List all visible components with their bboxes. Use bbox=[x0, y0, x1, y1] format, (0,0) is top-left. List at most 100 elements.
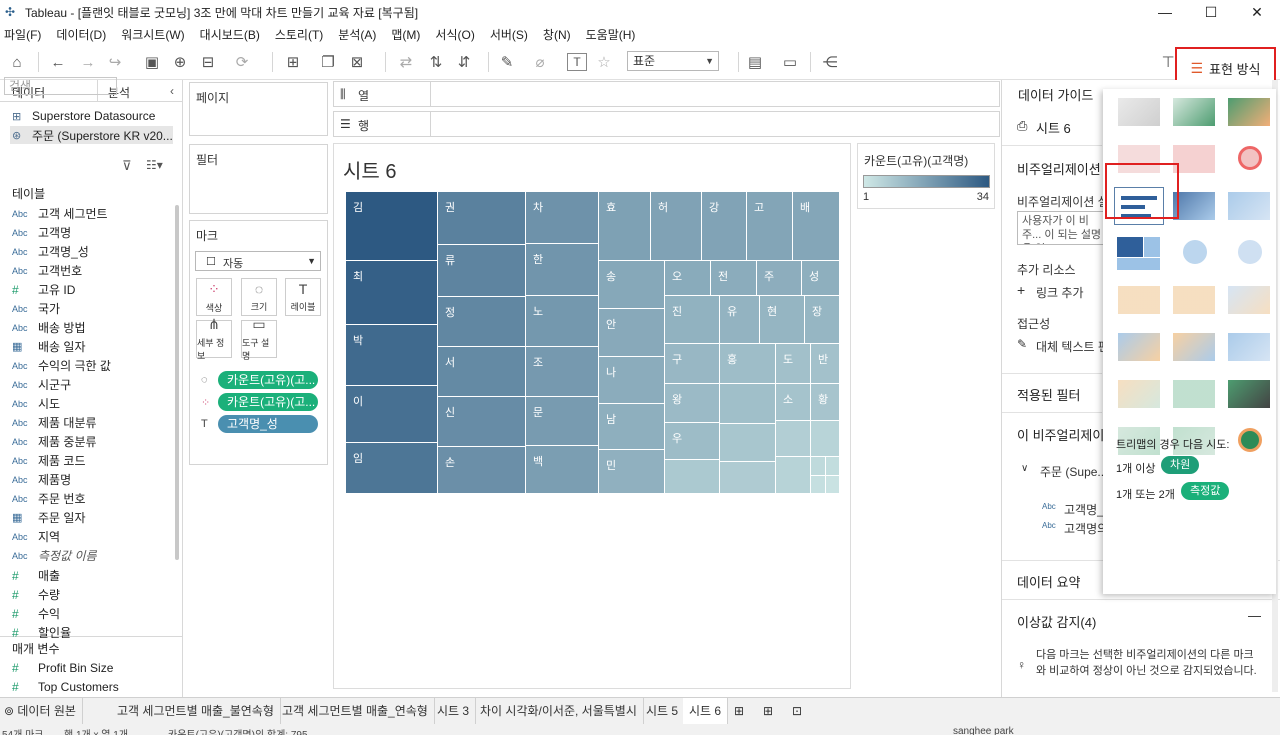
sheet-tab[interactable]: 고객 세그먼트별 매출_불연속형 bbox=[111, 698, 281, 724]
treemap-cell[interactable]: 고 bbox=[747, 192, 793, 261]
color-legend[interactable]: 카운트(고유)(고객명) 1 34 bbox=[857, 143, 995, 209]
share-icon[interactable]: ⋲ bbox=[820, 52, 840, 72]
chevron-down-icon[interactable]: ∨ bbox=[1021, 463, 1028, 474]
menu-data[interactable]: 데이터(D) bbox=[56, 26, 106, 43]
treemap-cell[interactable]: 구 bbox=[665, 344, 720, 384]
field-item[interactable]: Abc 시도 bbox=[12, 394, 60, 413]
new-dashboard-icon[interactable]: ⊞ bbox=[757, 698, 779, 724]
treemap-cell[interactable] bbox=[665, 460, 720, 494]
field-item[interactable]: # 고유 ID bbox=[12, 280, 75, 299]
treemap-cell[interactable]: 강 bbox=[702, 192, 747, 261]
field-item[interactable]: # 할인율 bbox=[12, 623, 71, 642]
chart-type-area-discrete-icon[interactable] bbox=[1169, 328, 1219, 366]
treemap-cell[interactable]: 안 bbox=[599, 309, 665, 357]
treemap-cell[interactable] bbox=[811, 476, 826, 494]
field-item[interactable]: Abc 제품 코드 bbox=[12, 451, 86, 470]
treemap-cell[interactable]: 권 bbox=[438, 192, 526, 245]
datasource-item-active[interactable]: ⊛ 주문 (Superstore KR v20... bbox=[10, 126, 173, 144]
duplicate-sheet-icon[interactable]: ❐ bbox=[318, 52, 338, 72]
treemap-cell[interactable]: 효 bbox=[599, 192, 651, 261]
presentation-icon[interactable]: ▭ bbox=[780, 52, 800, 72]
new-sheet-icon[interactable]: ⊞ bbox=[728, 698, 750, 724]
treemap-cell[interactable]: 손 bbox=[438, 447, 526, 494]
treemap-cell[interactable]: 노 bbox=[526, 296, 599, 347]
chart-type-box-whisker-icon[interactable] bbox=[1224, 375, 1274, 413]
treemap-cell[interactable]: 소 bbox=[776, 384, 811, 421]
treemap-cell[interactable]: 백 bbox=[526, 446, 599, 494]
new-worksheet-icon[interactable]: ⊞ bbox=[283, 52, 303, 72]
parameter-item[interactable]: # Top Customers bbox=[12, 677, 119, 696]
chart-type-text-table-icon[interactable] bbox=[1114, 93, 1164, 131]
show-labels-icon[interactable]: T bbox=[567, 53, 587, 71]
treemap-cell[interactable] bbox=[776, 421, 811, 457]
sheet-tab[interactable]: 차이 시각화/이서준, 서울특별시 bbox=[474, 698, 644, 724]
search-input[interactable]: 검색 bbox=[4, 77, 117, 95]
treemap-cell[interactable] bbox=[720, 424, 776, 462]
pause-updates-icon[interactable]: ⊟ bbox=[198, 52, 218, 72]
sheet-tab[interactable]: 시트 3 bbox=[431, 698, 477, 724]
group-icon[interactable]: ⌀ bbox=[530, 52, 550, 72]
treemap-cell[interactable]: 배 bbox=[793, 192, 840, 261]
scrollbar[interactable] bbox=[175, 205, 179, 560]
chart-type-lines-discrete-icon[interactable] bbox=[1169, 281, 1219, 319]
field-item[interactable]: ▦ 배송 일자 bbox=[12, 337, 86, 356]
chart-type-packed-bubbles-icon[interactable] bbox=[1224, 422, 1274, 460]
menu-help[interactable]: 도움말(H) bbox=[586, 26, 636, 43]
menu-analysis[interactable]: 분석(A) bbox=[338, 26, 376, 43]
menu-server[interactable]: 서버(S) bbox=[490, 26, 528, 43]
sheet-tab[interactable]: 시트 5 bbox=[640, 698, 686, 724]
plus-icon[interactable]: + bbox=[1017, 282, 1025, 298]
chart-type-circle-views-icon[interactable] bbox=[1169, 234, 1219, 272]
chart-type-highlight-table-icon[interactable] bbox=[1224, 93, 1274, 131]
menu-dashboard[interactable]: 대시보드(B) bbox=[200, 26, 260, 43]
clear-sheet-icon[interactable]: ⊠ bbox=[347, 52, 367, 72]
maximize-button[interactable]: ☐ bbox=[1188, 0, 1234, 24]
field-item[interactable]: ▦ 주문 일자 bbox=[12, 508, 86, 527]
field-item[interactable]: Abc 고객 세그먼트 bbox=[12, 204, 108, 223]
field-item[interactable]: Abc 고객명_성 bbox=[12, 242, 89, 261]
fix-axes-icon[interactable]: ☆ bbox=[594, 52, 614, 72]
treemap-cell[interactable]: 임 bbox=[346, 443, 438, 494]
collapse-icon[interactable]: ‹ bbox=[170, 84, 174, 98]
treemap-cell[interactable]: 장 bbox=[805, 296, 840, 344]
replay-icon[interactable]: ↪ bbox=[105, 52, 125, 72]
tooltip-button[interactable]: ▭ 도구 설명 bbox=[241, 316, 277, 361]
treemap-cell[interactable]: 박 bbox=[346, 325, 438, 386]
filter-icon[interactable]: ⊽ bbox=[122, 158, 132, 174]
description-textbox[interactable]: 사용자가 이 비주... 이 되는 설명을 입... bbox=[1017, 211, 1107, 245]
highlight-icon[interactable]: ✎ bbox=[497, 52, 517, 72]
minimize-button[interactable]: — bbox=[1142, 0, 1188, 24]
treemap-cell[interactable]: 류 bbox=[438, 245, 526, 297]
treemap-cell[interactable]: 주 bbox=[757, 261, 802, 296]
collapse-icon[interactable]: — bbox=[1248, 608, 1261, 623]
treemap-cell[interactable] bbox=[826, 457, 840, 476]
filters-card[interactable]: 필터 bbox=[189, 144, 328, 214]
columns-shelf[interactable]: ⫼ 열 bbox=[333, 81, 1000, 107]
treemap-cell[interactable] bbox=[811, 421, 840, 457]
treemap-cell[interactable]: 송 bbox=[599, 261, 665, 309]
treemap-cell[interactable] bbox=[826, 476, 840, 494]
rows-shelf[interactable]: ☰ 행 bbox=[333, 111, 1000, 137]
close-button[interactable]: ✕ bbox=[1234, 0, 1280, 24]
field-item[interactable]: Abc 주문 번호 bbox=[12, 489, 86, 508]
treemap-cell[interactable]: 신 bbox=[438, 397, 526, 447]
field-item[interactable]: Abc 측정값 이름 bbox=[12, 546, 97, 565]
save-icon[interactable]: ▣ bbox=[142, 52, 162, 72]
menu-file[interactable]: 파일(F) bbox=[4, 26, 41, 43]
field-item[interactable]: Abc 제품 중분류 bbox=[12, 432, 97, 451]
add-link-button[interactable]: 링크 추가 bbox=[1036, 284, 1084, 301]
mark-type-dropdown[interactable]: ☐ 자동 ▼ bbox=[195, 251, 321, 271]
treemap-cell[interactable]: 정 bbox=[438, 297, 526, 347]
treemap-cell[interactable]: 이 bbox=[346, 386, 438, 443]
new-story-icon[interactable]: ⊡ bbox=[786, 698, 808, 724]
size-button[interactable]: ◌ 크기 bbox=[241, 278, 277, 316]
treemap-cell[interactable]: 현 bbox=[760, 296, 805, 344]
field-item[interactable]: Abc 국가 bbox=[12, 299, 60, 318]
field-item[interactable]: Abc 시군구 bbox=[12, 375, 71, 394]
treemap-cell[interactable]: 반 bbox=[811, 344, 840, 384]
new-datasource-icon[interactable]: ⊕ bbox=[170, 52, 190, 72]
treemap-cell[interactable]: 오 bbox=[665, 261, 711, 296]
sort-ascending-icon[interactable]: ⇅ bbox=[426, 52, 446, 72]
show-cards-icon[interactable]: ▤ bbox=[745, 52, 765, 72]
treemap-cell[interactable]: 우 bbox=[665, 423, 720, 460]
